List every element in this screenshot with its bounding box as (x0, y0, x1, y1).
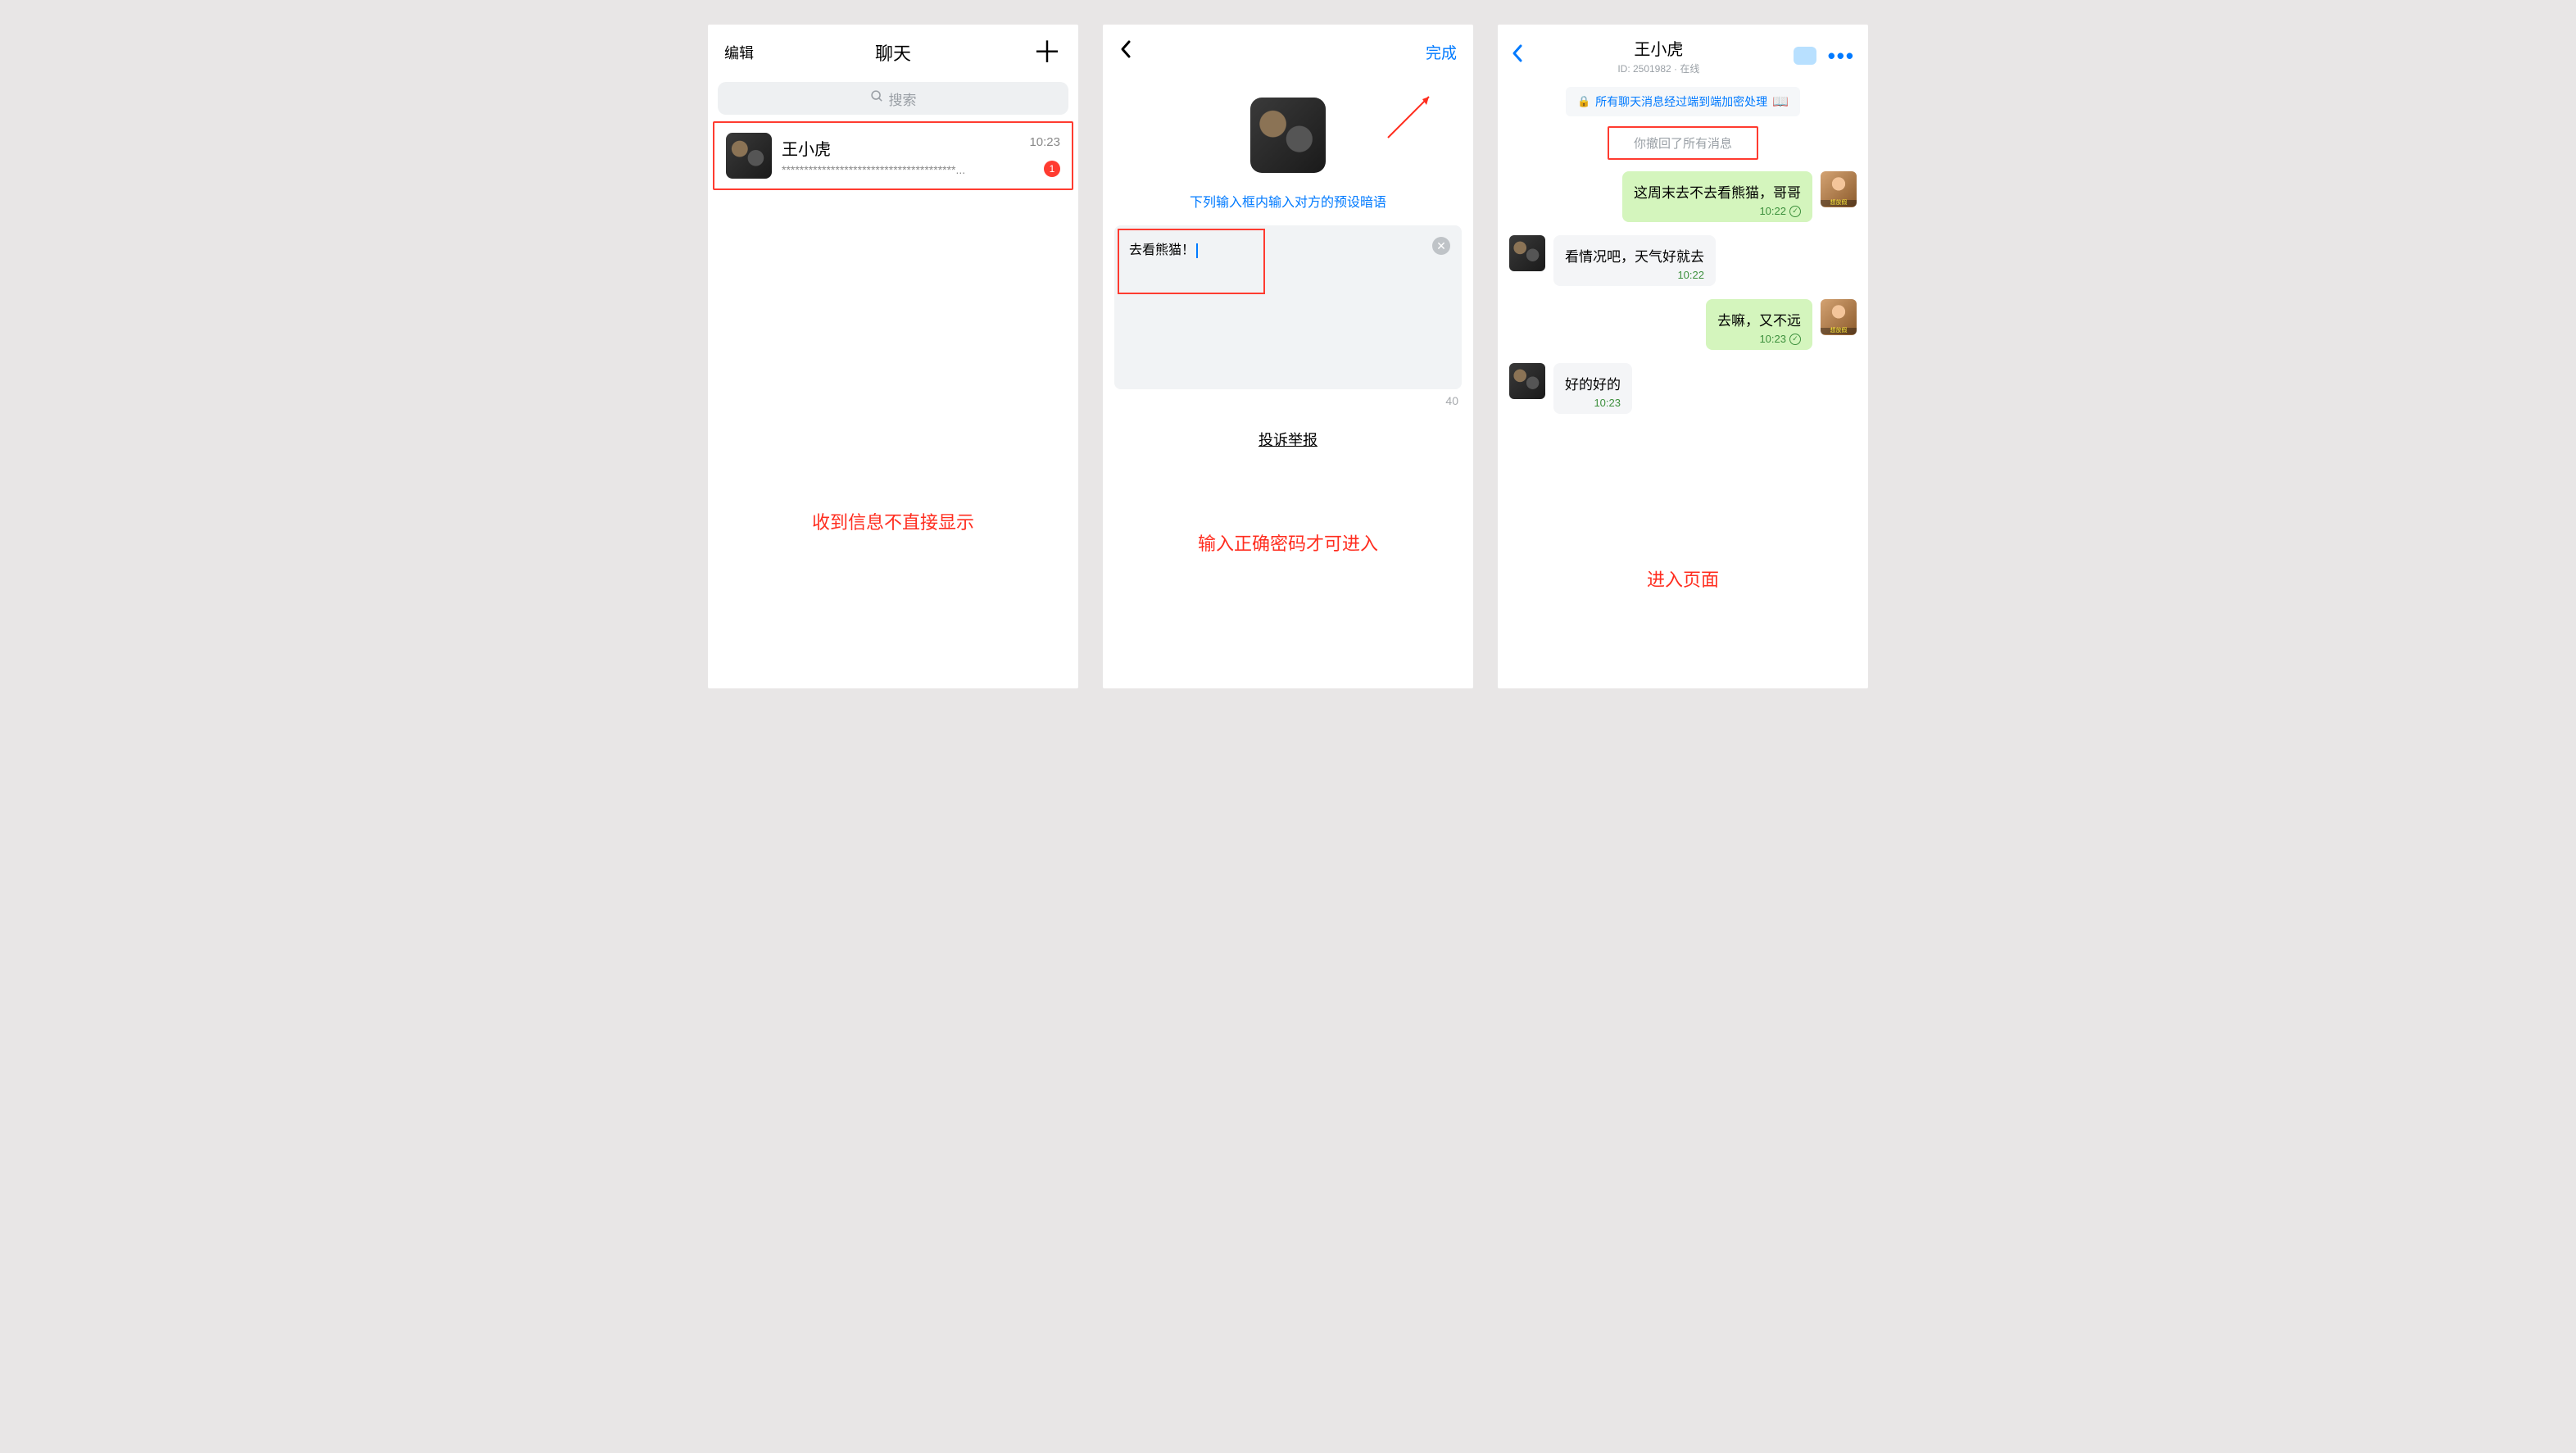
message-bubble[interactable]: 看情况吧，天气好就去 10:22 (1553, 235, 1716, 286)
encryption-notice: 🔒 所有聊天消息经过端到端加密处理 📖 (1566, 87, 1800, 116)
message-avatar (1509, 363, 1545, 399)
header-actions: ••• (1794, 43, 1855, 69)
book-icon: 📖 (1772, 93, 1789, 110)
more-button[interactable]: ••• (1828, 43, 1855, 69)
message-bubble[interactable]: 这周末去不去看熊猫，哥哥 10:22✓ (1622, 171, 1812, 222)
report-link[interactable]: 投诉举报 (1103, 429, 1473, 450)
chat-info: 王小虎 ************************************… (782, 136, 1019, 176)
message-list: 这周末去不去看熊猫，哥哥 10:22✓ 看情况吧，天气好就去 10:22 去嘛，又不远 1… (1498, 165, 1868, 420)
message-text: 好的好的 (1565, 373, 1621, 393)
recall-notice: 你撤回了所有消息 (1608, 126, 1758, 160)
message-row: 好的好的 10:23 (1498, 356, 1868, 420)
message-bubble[interactable]: 去嘛，又不远 10:23✓ (1706, 299, 1812, 350)
chat-list-screen: 编辑 聊天 ＋ 搜索 王小虎 *************************… (708, 25, 1078, 688)
recall-wrap: 你撤回了所有消息 (1498, 126, 1868, 160)
search-input[interactable]: 搜索 (718, 82, 1068, 115)
encryption-text: 所有聊天消息经过端到端加密处理 (1595, 93, 1767, 110)
message-time: 10:22✓ (1759, 205, 1801, 217)
message-row: 这周末去不去看熊猫，哥哥 10:22✓ (1498, 165, 1868, 229)
text-cursor (1196, 243, 1198, 258)
annotation-caption: 输入正确密码才可进入 (1103, 529, 1473, 556)
passphrase-screen: 完成 下列输入框内输入对方的预设暗语 去看熊猫！ ✕ 40 投诉举报 输入正确密… (1103, 25, 1473, 688)
page-title: 聊天 (875, 39, 911, 66)
message-time: 10:22 (1677, 269, 1704, 281)
message-time: 10:23 (1594, 397, 1621, 409)
chat-name: 王小虎 (782, 136, 1019, 160)
contact-name: 王小虎 (1524, 36, 1794, 60)
char-count: 40 (1103, 394, 1458, 407)
header: 编辑 聊天 ＋ (708, 25, 1078, 75)
passphrase-input-area[interactable]: 去看熊猫！ ✕ (1114, 225, 1462, 389)
contact-status: ID: 2501982 · 在线 (1524, 61, 1794, 75)
avatar (726, 133, 772, 179)
delivered-icon: ✓ (1789, 334, 1801, 345)
chat-meta: 10:23 1 (1029, 135, 1060, 177)
input-value: 去看熊猫！ (1129, 243, 1195, 257)
conversation-screen: 王小虎 ID: 2501982 · 在线 ••• 🔒 所有聊天消息经过端到端加密… (1498, 25, 1868, 688)
search-placeholder: 搜索 (889, 89, 917, 109)
message-row: 去嘛，又不远 10:23✓ (1498, 293, 1868, 356)
message-time: 10:23✓ (1759, 333, 1801, 345)
search-icon (870, 89, 884, 107)
header: 王小虎 ID: 2501982 · 在线 ••• (1498, 25, 1868, 82)
action-icon[interactable] (1794, 47, 1816, 65)
lock-icon: 🔒 (1577, 95, 1590, 108)
done-button[interactable]: 完成 (1426, 41, 1457, 63)
chat-time: 10:23 (1029, 135, 1060, 149)
annotation-caption: 收到信息不直接显示 (708, 508, 1078, 534)
avatar-wrap (1103, 98, 1473, 173)
message-avatar (1509, 235, 1545, 271)
unread-badge: 1 (1044, 161, 1060, 177)
message-avatar (1821, 171, 1857, 207)
encryption-bar: 🔒 所有聊天消息经过端到端加密处理 📖 (1508, 87, 1858, 116)
back-button[interactable] (1511, 43, 1524, 69)
title-wrap: 王小虎 ID: 2501982 · 在线 (1524, 36, 1794, 75)
edit-button[interactable]: 编辑 (724, 42, 754, 63)
chat-preview: ***************************************.… (782, 163, 1019, 176)
message-avatar (1821, 299, 1857, 335)
message-text: 这周末去不去看熊猫，哥哥 (1634, 181, 1801, 202)
new-chat-button[interactable]: ＋ (1032, 38, 1062, 67)
header: 完成 (1103, 25, 1473, 73)
passphrase-hint: 下列输入框内输入对方的预设暗语 (1103, 191, 1473, 211)
message-bubble[interactable]: 好的好的 10:23 (1553, 363, 1632, 414)
message-text: 去嘛，又不远 (1717, 309, 1801, 329)
message-row: 看情况吧，天气好就去 10:22 (1498, 229, 1868, 293)
message-text: 看情况吧，天气好就去 (1565, 245, 1704, 266)
passphrase-input[interactable]: 去看熊猫！ (1118, 229, 1265, 294)
delivered-icon: ✓ (1789, 206, 1801, 217)
back-button[interactable] (1119, 39, 1132, 65)
avatar (1250, 98, 1326, 173)
annotation-caption: 进入页面 (1498, 565, 1868, 592)
chat-list-item[interactable]: 王小虎 ************************************… (713, 121, 1073, 190)
clear-button[interactable]: ✕ (1432, 237, 1450, 255)
